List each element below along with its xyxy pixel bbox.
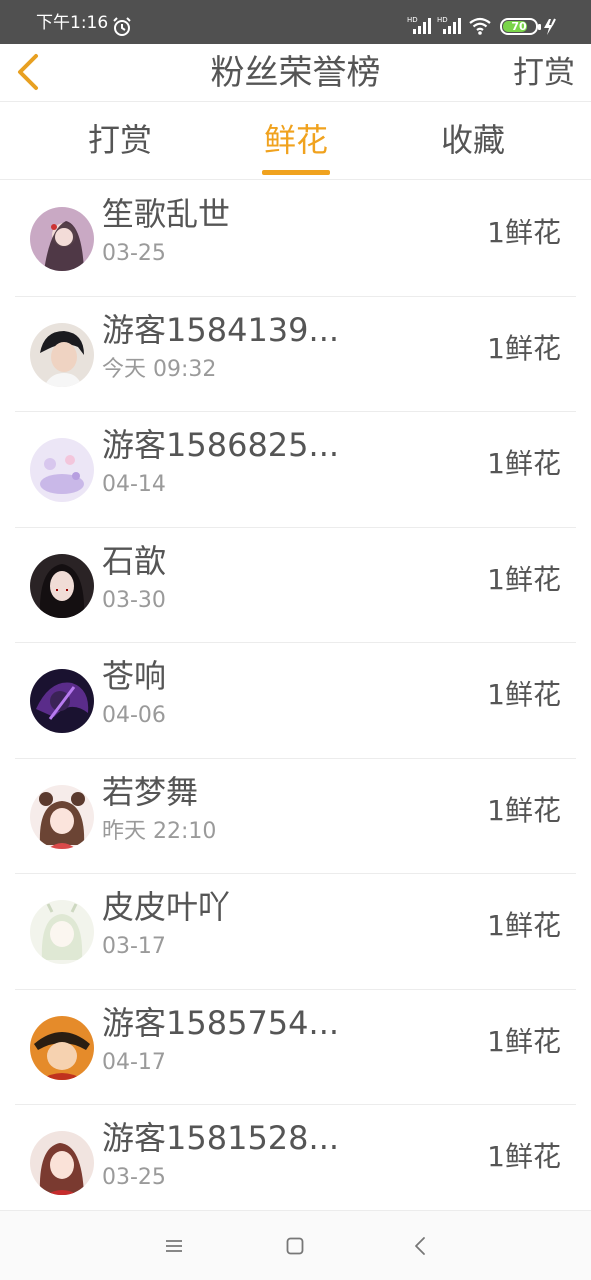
user-name: 游客1584139...: [102, 310, 340, 349]
gift-date: 04-17: [102, 1049, 166, 1075]
avatar[interactable]: [30, 1015, 94, 1080]
flower-count: 1鲜花: [487, 331, 561, 365]
avatar[interactable]: [30, 438, 94, 502]
battery-level: 70: [511, 20, 527, 33]
flower-count: 1鲜花: [487, 216, 561, 249]
user-name: 苍响: [102, 657, 167, 695]
avatar[interactable]: [30, 784, 94, 849]
list-item[interactable]: 游客1584139... 今天 09:32 1鲜花: [15, 297, 576, 412]
user-name: 游客1581528...: [102, 1119, 340, 1157]
tab-favorites[interactable]: 收藏: [423, 120, 523, 160]
signal-icon: HD: [407, 16, 431, 34]
system-nav-bar: [0, 1210, 591, 1280]
list-item[interactable]: 石歆 03-30 1鲜花: [15, 528, 576, 643]
charging-icon: [544, 18, 556, 35]
flower-count: 1鲜花: [487, 1140, 561, 1173]
flower-count: 1鲜花: [487, 562, 561, 596]
alarm-icon: [113, 17, 131, 36]
user-name: 若梦舞: [102, 772, 199, 811]
back-icon[interactable]: [410, 1235, 432, 1257]
user-name: 笙歌乱世: [102, 195, 231, 233]
status-bar: 下午1:16 HD HD 70: [0, 0, 591, 44]
avatar[interactable]: [30, 669, 94, 733]
avatar[interactable]: [30, 322, 94, 387]
home-icon[interactable]: [284, 1235, 306, 1257]
signal-icon: HD: [437, 16, 461, 34]
battery-indicator: 70: [500, 18, 541, 35]
gift-date: 昨天 22:10: [102, 818, 217, 844]
app-header: 粉丝荣誉榜 打赏: [0, 44, 591, 102]
status-time: 下午1:16: [36, 13, 109, 33]
gift-date: 04-06: [102, 703, 166, 728]
page-title: 粉丝荣誉榜: [210, 53, 381, 93]
tab-tip[interactable]: 打赏: [70, 120, 170, 160]
gift-date: 03-30: [102, 587, 166, 613]
flower-count: 1鲜花: [487, 909, 561, 942]
tip-button[interactable]: 打赏: [513, 52, 575, 94]
gift-date: 03-25: [102, 1165, 166, 1190]
tab-bar: 打赏 鲜花 收藏: [0, 102, 591, 180]
gift-date: 今天 09:32: [102, 356, 217, 382]
flower-count: 1鲜花: [487, 447, 561, 480]
wifi-icon: [469, 17, 491, 35]
svg-text:HD: HD: [437, 16, 448, 24]
list-item[interactable]: 游客1581528... 03-25 1鲜花: [15, 1105, 576, 1221]
list-item[interactable]: 游客1586825... 04-14 1鲜花: [15, 412, 576, 528]
flower-count: 1鲜花: [487, 678, 561, 711]
tab-flowers[interactable]: 鲜花: [246, 120, 346, 160]
list-item[interactable]: 苍响 04-06 1鲜花: [15, 643, 576, 759]
list-item[interactable]: 笙歌乱世 03-25 1鲜花: [15, 181, 576, 297]
gift-date: 03-17: [102, 934, 166, 959]
list-item[interactable]: 皮皮叶吖 03-17 1鲜花: [15, 874, 576, 990]
user-name: 石歆: [102, 541, 167, 580]
fan-list: 笙歌乱世 03-25 1鲜花 游客1584139... 今天 09:32 1鲜花…: [0, 181, 591, 1221]
gift-date: 03-25: [102, 241, 166, 266]
user-name: 游客1586825...: [102, 426, 340, 464]
avatar[interactable]: [30, 900, 94, 964]
menu-icon[interactable]: [163, 1235, 185, 1257]
gift-date: 04-14: [102, 472, 166, 497]
avatar[interactable]: [30, 1131, 94, 1195]
flower-count: 1鲜花: [487, 793, 561, 827]
list-item[interactable]: 游客1585754... 04-17 1鲜花: [15, 990, 576, 1105]
avatar[interactable]: [30, 207, 94, 271]
avatar[interactable]: [30, 553, 94, 618]
active-tab-indicator: [262, 170, 330, 175]
flower-count: 1鲜花: [487, 1024, 561, 1058]
list-item[interactable]: 若梦舞 昨天 22:10 1鲜花: [15, 759, 576, 874]
user-name: 皮皮叶吖: [102, 888, 231, 926]
user-name: 游客1585754...: [102, 1003, 340, 1042]
svg-text:HD: HD: [407, 16, 418, 24]
